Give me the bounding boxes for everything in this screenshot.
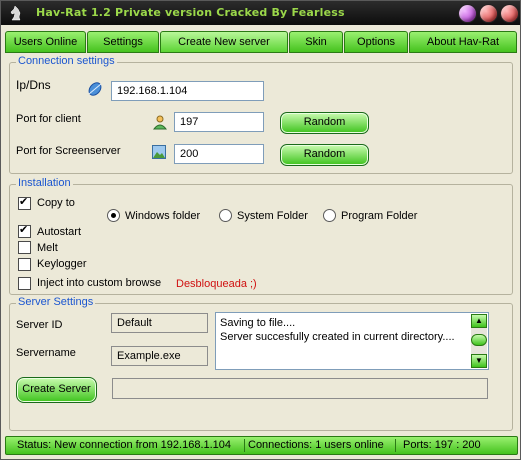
log-line: Server succesfully created in current di… [220,331,455,343]
autostart-label: Autostart [37,226,82,238]
status-ports: Ports: 197 : 200 [403,439,481,451]
server-id-label: Server ID [16,319,63,331]
tab-options[interactable]: Options [344,31,408,53]
windows-folder-label: Windows folder [125,210,201,222]
status-divider [244,439,245,452]
tab-users-online[interactable]: Users Online [5,31,86,53]
ip-label: Ip/Dns [16,78,51,92]
create-server-button[interactable]: Create Server [16,377,97,403]
random-client-port-button[interactable]: Random [280,112,369,134]
copy-to-checkbox[interactable] [18,195,31,210]
status-bar: Status: New connection from 192.168.1.10… [5,436,518,455]
status-users: Connections: 1 users online [248,439,384,451]
log-line: Saving to file.... [220,317,296,329]
keylogger-checkbox[interactable] [18,258,31,271]
installation-title: Installation [16,177,73,189]
create-progress-bar [112,378,488,399]
copy-to-label: Copy to [37,197,75,209]
windows-folder-radio[interactable] [107,209,120,222]
log-scrollbar[interactable]: ▲ ▼ [471,314,487,368]
program-folder-label: Program Folder [341,210,418,222]
keylogger-label: Keylogger [37,258,87,270]
system-folder-radio[interactable] [219,209,232,222]
minimize-button[interactable] [458,4,477,23]
status-connection: Status: New connection from 192.168.1.10… [17,439,232,451]
status-divider [395,439,396,452]
melt-checkbox[interactable] [18,241,31,254]
ip-input[interactable]: 192.168.1.104 [111,81,264,101]
title-bar[interactable]: Hav-Rat 1.2 Private version Cracked By F… [1,1,520,25]
port-client-input[interactable]: 197 [174,112,264,132]
melt-label: Melt [37,242,58,254]
connection-settings-title: Connection settings [16,55,117,67]
port-client-label: Port for client [16,113,81,125]
port-screen-input[interactable]: 200 [174,144,264,164]
maximize-button[interactable] [479,4,498,23]
system-folder-label: System Folder [237,210,308,222]
tab-settings[interactable]: Settings [87,31,159,53]
tab-bar: Users Online Settings Create New server … [5,31,517,53]
scroll-down-icon[interactable]: ▼ [471,354,487,368]
scroll-up-icon[interactable]: ▲ [471,314,487,328]
server-id-input[interactable]: Default [111,313,208,333]
screen-image-icon [152,145,166,159]
servername-input[interactable]: Example.exe [111,346,208,366]
tab-skin[interactable]: Skin [289,31,343,53]
random-screen-port-button[interactable]: Random [280,144,369,166]
inject-browser-label: Inject into custom browse [37,277,162,289]
unlocked-text: Desbloqueada ;) [176,278,257,290]
network-globe-icon [88,82,102,96]
window-title: Hav-Rat 1.2 Private version Cracked By F… [36,6,345,19]
main-window: Hav-Rat 1.2 Private version Cracked By F… [0,0,521,460]
port-screen-label: Port for Screenserver [16,145,121,157]
server-settings-title: Server Settings [16,296,96,308]
user-icon [152,115,168,130]
program-folder-radio[interactable] [323,209,336,222]
inject-browser-checkbox[interactable] [18,277,31,290]
server-log-memo[interactable]: Saving to file.... Server succesfully cr… [215,312,489,370]
app-horse-icon [10,5,21,21]
autostart-checkbox[interactable] [18,223,31,238]
tab-about[interactable]: About Hav-Rat [409,31,517,53]
tab-create-new-server[interactable]: Create New server [160,31,288,53]
close-button[interactable] [500,4,519,23]
scroll-thumb[interactable] [471,334,487,346]
servername-label: Servername [16,347,76,359]
